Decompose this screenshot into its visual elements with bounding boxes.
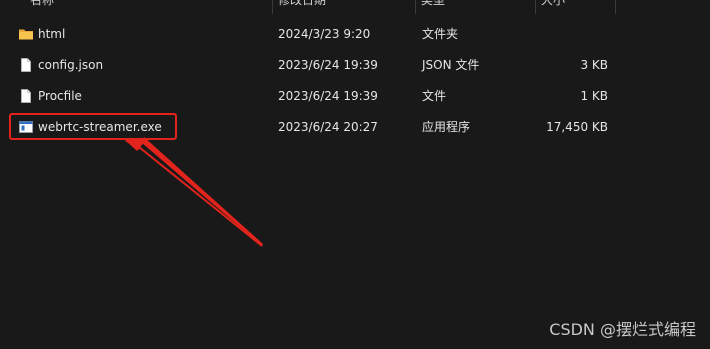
annotation-arrow-icon bbox=[124, 137, 263, 247]
watermark: CSDN @摆烂式编程 bbox=[549, 320, 696, 339]
